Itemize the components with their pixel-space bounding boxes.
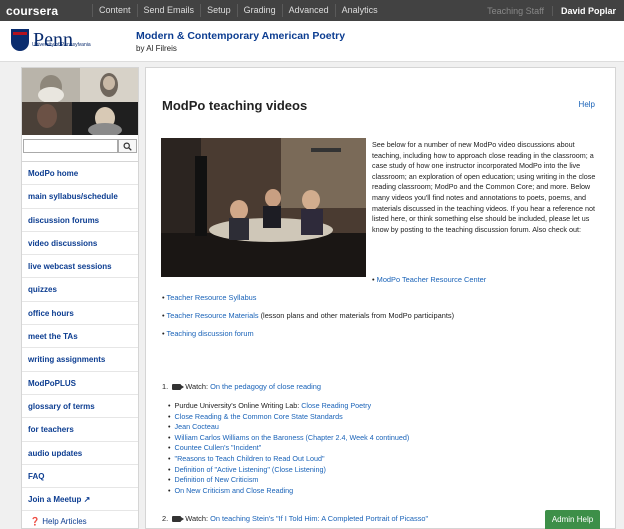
penn-shield-icon bbox=[11, 29, 29, 51]
reference-link[interactable]: Definition of New Criticism bbox=[175, 475, 259, 484]
list-item: On New Criticism and Close Reading bbox=[168, 486, 409, 497]
poet-portraits-image bbox=[22, 68, 138, 135]
user-area: Teaching Staff David Poplar bbox=[487, 0, 616, 21]
reference-link[interactable]: William Carlos Williams on the Baroness … bbox=[175, 433, 410, 442]
sidebar-item-glossary[interactable]: glossary of terms bbox=[22, 393, 138, 417]
watch-label: Watch: bbox=[185, 514, 209, 523]
list-item: Close Reading & the Common Core State St… bbox=[168, 412, 409, 423]
syllabus-item: • Teacher Resource Syllabus bbox=[162, 293, 257, 302]
help-link[interactable]: Help bbox=[579, 100, 595, 109]
nav-content[interactable]: Content bbox=[92, 4, 137, 17]
resource-center-link[interactable]: ModPo Teacher Resource Center bbox=[377, 275, 487, 284]
sidebar-item-audio-updates[interactable]: audio updates bbox=[22, 440, 138, 464]
teaching-video-photo bbox=[161, 138, 366, 277]
course-header: Penn University of Pennsylvania Modern &… bbox=[0, 21, 624, 62]
search-input[interactable] bbox=[23, 139, 118, 153]
list-item: Definition of New Criticism bbox=[168, 475, 409, 486]
list-item: Definition of "Active Listening" (Close … bbox=[168, 465, 409, 476]
sidebar-item-writing-assignments[interactable]: writing assignments bbox=[22, 347, 138, 370]
forum-link[interactable]: Teaching discussion forum bbox=[167, 329, 254, 338]
sidebar-item-office-hours[interactable]: office hours bbox=[22, 300, 138, 324]
sidebar-item-modpo-home[interactable]: ModPo home bbox=[22, 161, 138, 184]
watch-item-2: 2. Watch: On teaching Stein's "If I Told… bbox=[162, 514, 428, 523]
list-item: "Reasons to Teach Children to Read Out L… bbox=[168, 454, 409, 465]
sidebar-item-live-webcast[interactable]: live webcast sessions bbox=[22, 254, 138, 277]
watch-link-stein[interactable]: On teaching Stein's "If I Told Him: A Co… bbox=[210, 514, 428, 523]
help-articles-label: Help Articles bbox=[42, 517, 87, 527]
video-camera-icon bbox=[172, 516, 185, 523]
forum-item: • Teaching discussion forum bbox=[162, 329, 254, 338]
sidebar-item-syllabus[interactable]: main syllabus/schedule bbox=[22, 184, 138, 207]
help-articles-link[interactable]: ❓ Help Articles bbox=[22, 510, 138, 529]
top-navigation-bar: coursera Content Send Emails Setup Gradi… bbox=[0, 0, 624, 21]
search-button[interactable] bbox=[118, 139, 137, 153]
nav-setup[interactable]: Setup bbox=[200, 4, 237, 17]
watch-link-close-reading[interactable]: On the pedagogy of close reading bbox=[210, 382, 321, 391]
sidebar-item-discussion-forums[interactable]: discussion forums bbox=[22, 207, 138, 231]
penn-logo-subtitle: University of Pennsylvania bbox=[32, 42, 91, 48]
help-circle-icon: ❓ bbox=[30, 517, 40, 527]
video-camera-icon bbox=[172, 384, 185, 391]
list-item: Jean Cocteau bbox=[168, 422, 409, 433]
watch-item-1: 1. Watch: On the pedagogy of close readi… bbox=[162, 382, 321, 391]
sidebar-item-for-teachers[interactable]: for teachers bbox=[22, 417, 138, 440]
course-author: by Al Filreis bbox=[136, 44, 177, 53]
reference-link[interactable]: Close Reading Poetry bbox=[301, 401, 371, 410]
coursera-logo[interactable]: coursera bbox=[0, 4, 92, 18]
list-item: Purdue University's Online Writing Lab: … bbox=[168, 401, 409, 412]
user-name[interactable]: David Poplar bbox=[551, 5, 616, 16]
search-icon bbox=[123, 142, 132, 151]
reference-link[interactable]: Definition of "Active Listening" (Close … bbox=[175, 465, 326, 474]
list-item: Countee Cullen's "Incident" bbox=[168, 443, 409, 454]
sidebar-item-quizzes[interactable]: quizzes bbox=[22, 277, 138, 300]
admin-nav: Content Send Emails Setup Grading Advanc… bbox=[92, 0, 384, 21]
sidebar-item-meet-tas[interactable]: meet the TAs bbox=[22, 324, 138, 347]
list-item-prefix: Purdue University's Online Writing Lab: bbox=[174, 401, 302, 410]
main-content: ModPo teaching videos Help See below for… bbox=[145, 67, 616, 529]
materials-note: (lesson plans and other materials from M… bbox=[260, 311, 455, 320]
watch-number: 1. bbox=[162, 382, 169, 391]
watch-label: Watch: bbox=[185, 382, 209, 391]
admin-help-button[interactable]: Admin Help bbox=[545, 510, 600, 529]
resource-center-item: • ModPo Teacher Resource Center bbox=[372, 275, 487, 284]
sidebar-menu: ModPo home main syllabus/schedule discus… bbox=[22, 161, 138, 529]
sidebar: ModPo home main syllabus/schedule discus… bbox=[21, 67, 139, 529]
materials-item: • Teacher Resource Materials (lesson pla… bbox=[162, 311, 455, 320]
reference-link[interactable]: Jean Cocteau bbox=[175, 422, 219, 431]
reference-link[interactable]: "Reasons to Teach Children to Read Out L… bbox=[175, 454, 325, 463]
reference-link[interactable]: On New Criticism and Close Reading bbox=[175, 486, 294, 495]
nav-analytics[interactable]: Analytics bbox=[334, 4, 384, 17]
nav-send-emails[interactable]: Send Emails bbox=[136, 4, 201, 17]
materials-link[interactable]: Teacher Resource Materials bbox=[167, 311, 259, 320]
sidebar-item-join-meetup[interactable]: Join a Meetup ↗ bbox=[22, 487, 138, 510]
search-bar bbox=[22, 138, 138, 155]
teaching-staff-label[interactable]: Teaching Staff bbox=[487, 6, 552, 16]
sidebar-item-label: Join a Meetup bbox=[28, 495, 82, 505]
syllabus-link[interactable]: Teacher Resource Syllabus bbox=[167, 293, 257, 302]
intro-paragraph: See below for a number of new ModPo vide… bbox=[372, 140, 596, 234]
reference-link[interactable]: Close Reading & the Common Core State St… bbox=[175, 412, 343, 421]
sidebar-item-video-discussions[interactable]: video discussions bbox=[22, 230, 138, 254]
page-title: ModPo teaching videos bbox=[162, 98, 308, 113]
list-item: William Carlos Williams on the Baroness … bbox=[168, 433, 410, 444]
sidebar-item-modpoplus[interactable]: ModPoPLUS bbox=[22, 370, 138, 394]
reference-link[interactable]: Countee Cullen's "Incident" bbox=[175, 443, 262, 452]
watch-number: 2. bbox=[162, 514, 169, 523]
reference-list: Purdue University's Online Writing Lab: … bbox=[168, 401, 410, 497]
sidebar-item-faq[interactable]: FAQ bbox=[22, 463, 138, 487]
nav-advanced[interactable]: Advanced bbox=[281, 4, 335, 17]
nav-grading[interactable]: Grading bbox=[236, 4, 282, 17]
course-title[interactable]: Modern & Contemporary American Poetry bbox=[136, 30, 345, 42]
external-link-icon: ↗ bbox=[81, 495, 91, 505]
